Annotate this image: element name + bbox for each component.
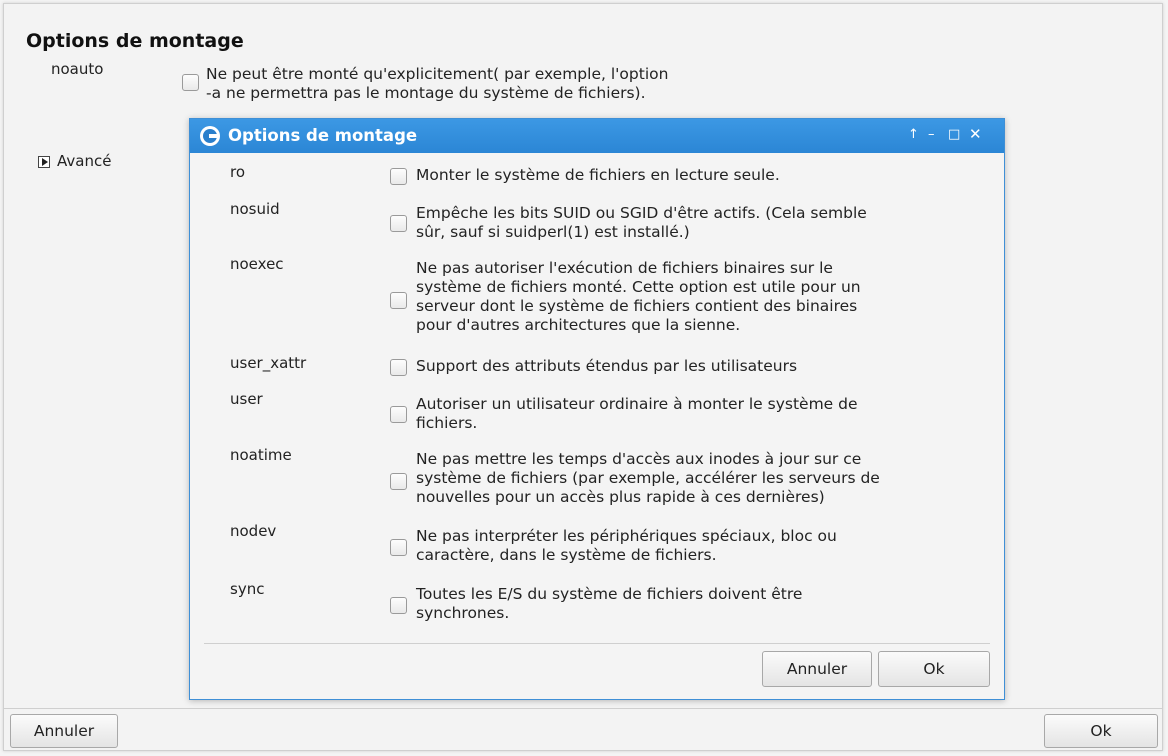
expand-arrow-icon[interactable] [38,156,50,168]
option-label-sync: sync [230,580,265,598]
noauto-description: Ne peut être monté qu'explicitement( par… [206,65,669,102]
option-label-nosuid: nosuid [230,200,280,218]
maximize-icon[interactable]: □ [948,127,960,143]
option-label-nodev: nodev [230,522,277,540]
mount-options-dialog: Options de montage ↑ – □ ✕ ro Monter le … [189,118,1005,700]
dialog-cancel-button[interactable]: Annuler [762,651,872,687]
option-desc-sync: Toutes les E/S du système de fichiers do… [416,585,803,622]
option-desc-noatime: Ne pas mettre les temps d'accès aux inod… [416,450,880,506]
option-desc-noexec: Ne pas autoriser l'exécution de fichiers… [416,259,861,334]
option-checkbox-noexec[interactable] [390,292,407,309]
option-checkbox-user[interactable] [390,406,407,423]
option-desc-user: Autoriser un utilisateur ordinaire à mon… [416,395,858,432]
noauto-label: noauto [51,60,104,78]
minimize-icon[interactable]: – [928,127,935,143]
option-desc-nodev: Ne pas interpréter les périphériques spé… [416,527,837,564]
keep-above-icon[interactable]: ↑ [908,127,919,143]
footer-divider [4,708,1162,709]
option-label-user: user [230,390,263,408]
option-label-ro: ro [230,163,246,181]
ok-button[interactable]: Ok [1044,714,1158,748]
option-label-user-xattr: user_xattr [230,354,307,372]
page-title: Options de montage [26,30,244,52]
dialog-titlebar: Options de montage ↑ – □ ✕ [190,119,1004,153]
noauto-checkbox[interactable] [182,74,199,91]
advanced-label[interactable]: Avancé [57,152,111,170]
option-checkbox-nodev[interactable] [390,539,407,556]
option-label-noatime: noatime [230,446,292,464]
close-icon[interactable]: ✕ [969,126,982,142]
option-checkbox-sync[interactable] [390,597,407,614]
option-desc-ro: Monter le système de fichiers en lecture… [416,166,780,184]
dialog-ok-button[interactable]: Ok [878,651,990,687]
option-label-noexec: noexec [230,255,284,273]
option-checkbox-user-xattr[interactable] [390,359,407,376]
option-checkbox-noatime[interactable] [390,473,407,490]
app-logo-icon [200,126,220,146]
dialog-footer-divider [204,643,990,644]
option-checkbox-nosuid[interactable] [390,215,407,232]
option-desc-user-xattr: Support des attributs étendus par les ut… [416,357,798,375]
option-checkbox-ro[interactable] [390,168,407,185]
option-desc-nosuid: Empêche les bits SUID ou SGID d'être act… [416,204,867,241]
dialog-title: Options de montage [228,126,418,145]
cancel-button[interactable]: Annuler [10,714,118,748]
